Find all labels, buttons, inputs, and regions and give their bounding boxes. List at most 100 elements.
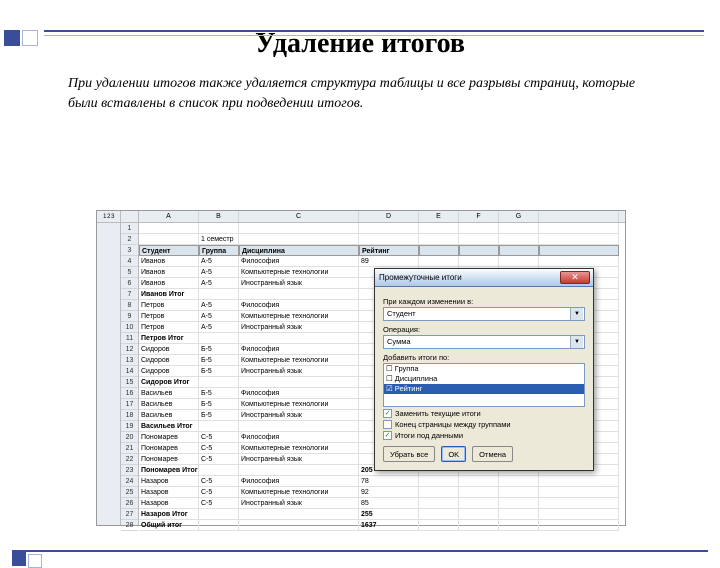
table-row: НазаровС-5Философия78 (139, 476, 625, 487)
cell: Сидоров (139, 344, 199, 355)
col-header: A (139, 211, 199, 222)
row-number: 24 (121, 476, 138, 487)
cell: Философия (239, 476, 359, 487)
row-number: 13 (121, 355, 138, 366)
cancel-button[interactable]: Отмена (472, 446, 513, 462)
cell: Васильев (139, 388, 199, 399)
table-row: НазаровС-5Иностранный язык85 (139, 498, 625, 509)
cell: Иностранный язык (239, 366, 359, 377)
cell (199, 421, 239, 432)
row-number: 4 (121, 256, 138, 267)
cell: Дисциплина (239, 245, 359, 256)
cell: 85 (359, 498, 419, 509)
row-number: 9 (121, 311, 138, 322)
cell: Сидоров (139, 366, 199, 377)
cell: Общий итог (139, 520, 199, 531)
cell (539, 234, 619, 245)
row-number: 5 (121, 267, 138, 278)
cell: Назаров (139, 487, 199, 498)
cell: Иностранный язык (239, 410, 359, 421)
row-number: 12 (121, 344, 138, 355)
cell (199, 289, 239, 300)
cell: А-5 (199, 322, 239, 333)
col-header: F (459, 211, 499, 222)
checkbox-below[interactable]: ✓ Итоги под данными (383, 431, 585, 440)
cell: А-5 (199, 256, 239, 267)
checkbox-replace[interactable]: ✓ Заменить текущие итоги (383, 409, 585, 418)
col-header: E (419, 211, 459, 222)
cell (499, 256, 539, 267)
cell: А-5 (199, 278, 239, 289)
cell (139, 234, 199, 245)
cell: Рейтинг (359, 245, 419, 256)
cell: 92 (359, 487, 419, 498)
row-number: 11 (121, 333, 138, 344)
cell: Философия (239, 388, 359, 399)
row-number: 10 (121, 322, 138, 333)
cell (419, 487, 459, 498)
ok-button[interactable]: OK (441, 446, 466, 462)
cell (239, 465, 359, 476)
list-item[interactable]: ☐ Группа (384, 364, 584, 374)
row-number: 14 (121, 366, 138, 377)
row-number: 27 (121, 509, 138, 520)
cell: Пономарев (139, 454, 199, 465)
table-row: ИвановА-5Философия89 (139, 256, 625, 267)
dialog-titlebar[interactable]: Промежуточные итоги ✕ (375, 269, 593, 287)
cell (239, 234, 359, 245)
cell: Б-5 (199, 410, 239, 421)
page-subtitle: При удалении итогов также удаляется стру… (68, 74, 652, 113)
cell: Иностранный язык (239, 454, 359, 465)
checkbox-pagebreak[interactable]: Конец страницы между группами (383, 420, 585, 429)
cell (459, 487, 499, 498)
cell (419, 498, 459, 509)
cell: Назаров Итог (139, 509, 199, 520)
list-item[interactable]: ☑ Рейтинг (384, 384, 584, 394)
table-row: Назаров Итог 255 (139, 509, 625, 520)
cell: Студент (139, 245, 199, 256)
row-number: 17 (121, 399, 138, 410)
cell (539, 223, 619, 234)
dialog-title: Промежуточные итоги (379, 273, 462, 282)
cell: Философия (239, 432, 359, 443)
remove-all-button[interactable]: Убрать все (383, 446, 435, 462)
cell: Васильев Итог (139, 421, 199, 432)
table-row (139, 223, 625, 234)
list-item[interactable]: ☐ Дисциплина (384, 374, 584, 384)
row-number: 1 (121, 223, 138, 234)
row-number: 21 (121, 443, 138, 454)
cell (539, 245, 619, 256)
cell: 255 (359, 509, 419, 520)
cell (419, 245, 459, 256)
label-change: При каждом изменении в: (383, 297, 585, 306)
cell: С-5 (199, 443, 239, 454)
row-number: 16 (121, 388, 138, 399)
row-number: 6 (121, 278, 138, 289)
cell (459, 476, 499, 487)
subtotals-dialog: Промежуточные итоги ✕ При каждом изменен… (374, 268, 594, 471)
label-add-totals: Добавить итоги по: (383, 353, 585, 362)
cell: Иванов (139, 278, 199, 289)
cell: Компьютерные технологии (239, 487, 359, 498)
combo-change[interactable]: Студент (383, 307, 585, 321)
combo-operation[interactable]: Сумма (383, 335, 585, 349)
cell (499, 245, 539, 256)
cell: Компьютерные технологии (239, 311, 359, 322)
cell: А-5 (199, 311, 239, 322)
slide-bottom-decoration (12, 550, 708, 562)
cell: Философия (239, 300, 359, 311)
cell (199, 333, 239, 344)
row-number: 23 (121, 465, 138, 476)
cell (239, 223, 359, 234)
col-header: C (239, 211, 359, 222)
cell (419, 223, 459, 234)
close-icon[interactable]: ✕ (560, 271, 590, 284)
cell: С-5 (199, 476, 239, 487)
cell (539, 509, 619, 520)
row-number: 26 (121, 498, 138, 509)
cell (199, 520, 239, 531)
cell: Сидоров Итог (139, 377, 199, 388)
cell (459, 234, 499, 245)
cell: С-5 (199, 498, 239, 509)
listbox-add-totals[interactable]: ☐ Группа☐ Дисциплина☑ Рейтинг (383, 363, 585, 407)
